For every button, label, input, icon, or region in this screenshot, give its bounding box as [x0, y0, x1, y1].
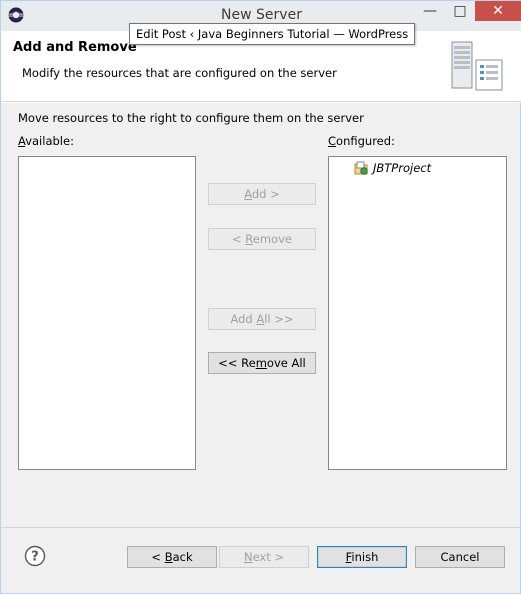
- list-item[interactable]: JBTProject: [353, 160, 431, 176]
- configured-label: Configured:: [328, 134, 395, 148]
- add-button[interactable]: Add >: [208, 183, 316, 205]
- project-icon: [354, 161, 368, 175]
- instruction-text: Move resources to the right to configure…: [18, 111, 364, 125]
- back-button[interactable]: < Back: [127, 546, 217, 568]
- available-label-text: vailable:: [25, 134, 74, 148]
- taskbar-tooltip: Edit Post ‹ Java Beginners Tutorial — Wo…: [129, 23, 416, 45]
- available-label: Available:: [18, 134, 74, 148]
- project-label: JBTProject: [373, 161, 432, 175]
- available-list[interactable]: [18, 156, 196, 470]
- add-all-button[interactable]: Add All >>: [208, 308, 316, 330]
- finish-button[interactable]: Finish: [317, 546, 407, 568]
- header-separator: [1, 102, 521, 103]
- page-description: Modify the resources that are configured…: [22, 66, 337, 80]
- maximize-button[interactable]: □: [445, 1, 475, 21]
- svg-text:?: ?: [31, 550, 39, 565]
- server-wizard-icon: [451, 41, 503, 91]
- configured-label-text: onfigured:: [336, 134, 395, 148]
- dialog-window: New Server — □ ✕ Edit Post ‹ Java Beginn…: [0, 0, 521, 594]
- remove-button[interactable]: < Remove: [208, 228, 316, 250]
- minimize-button[interactable]: —: [415, 1, 445, 21]
- configured-mnemonic: C: [328, 134, 337, 148]
- next-button[interactable]: Next >: [219, 546, 309, 568]
- help-icon[interactable]: ?: [24, 545, 46, 567]
- page-title: Add and Remove: [13, 40, 137, 55]
- remove-all-button[interactable]: << Remove All: [208, 352, 316, 374]
- close-button[interactable]: ✕: [475, 1, 521, 21]
- cancel-button[interactable]: Cancel: [415, 546, 505, 568]
- footer-divider: [1, 527, 521, 528]
- configured-list[interactable]: JBTProject: [328, 156, 507, 470]
